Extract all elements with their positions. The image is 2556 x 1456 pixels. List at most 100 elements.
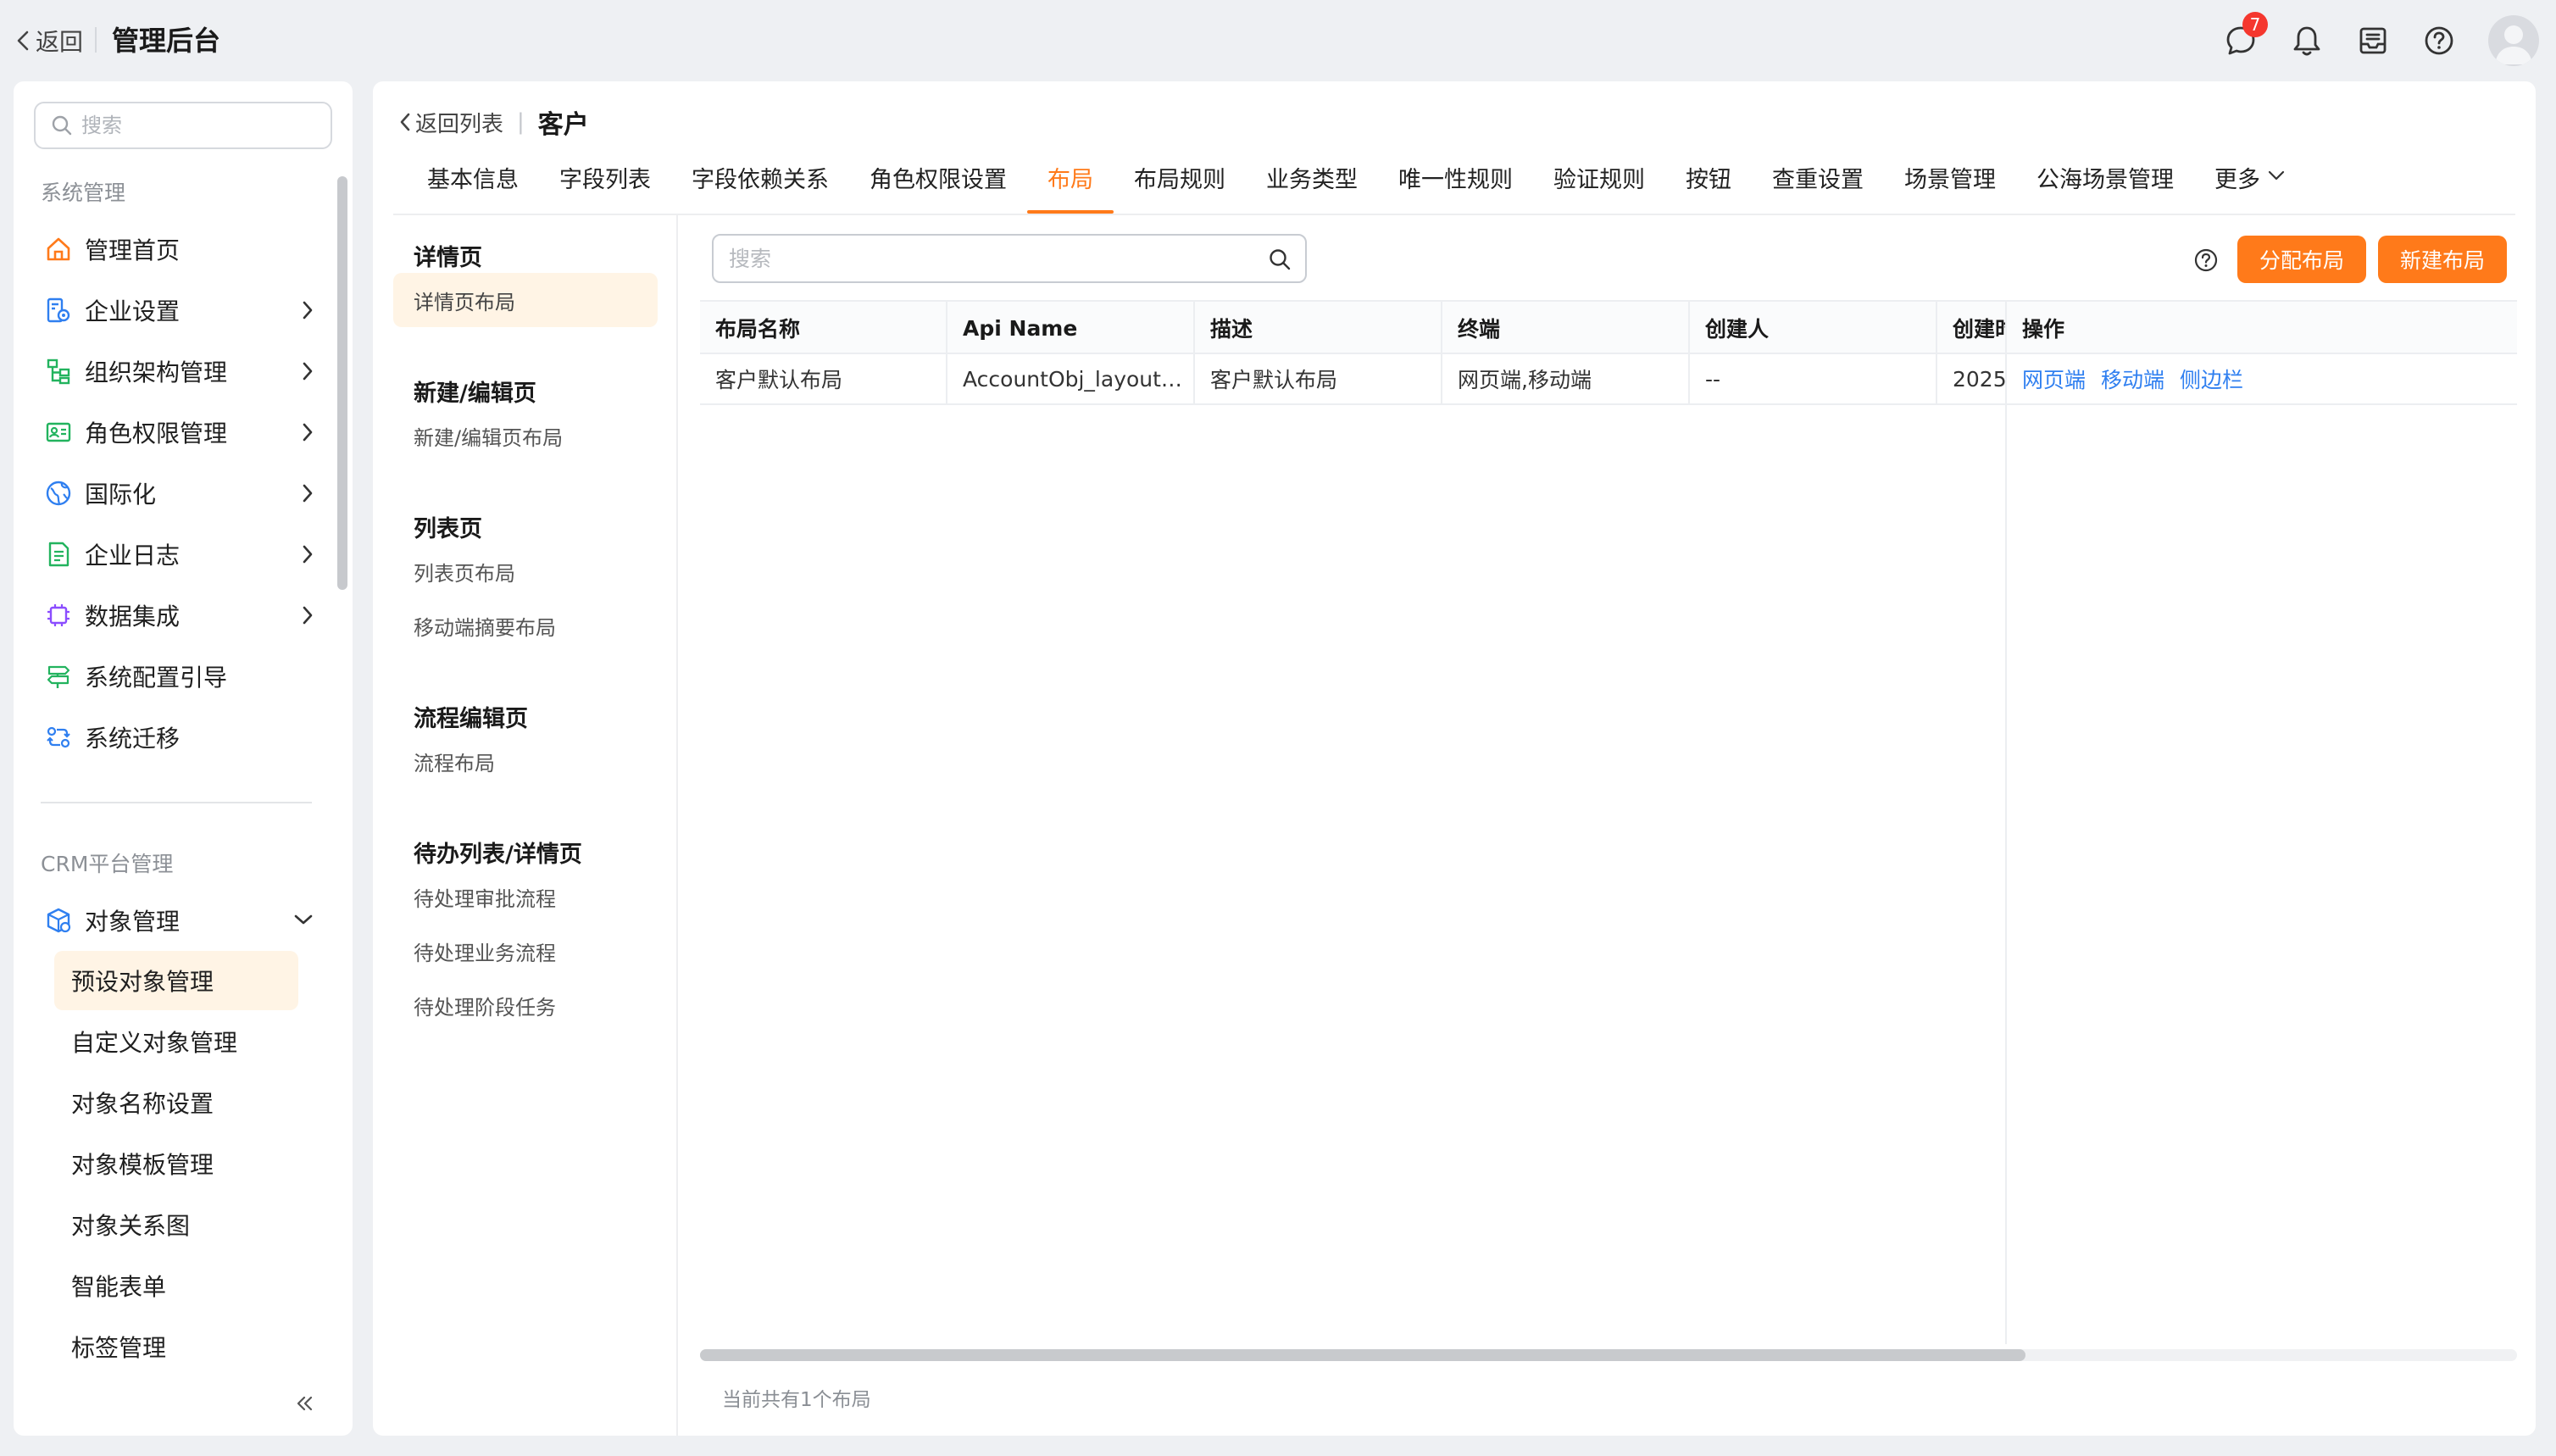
layout-item-mobile-summary[interactable]: 移动端摘要布局 xyxy=(393,598,658,653)
table-header: 布局名称 Api Name 描述 终端 创建人 创建时间 操作 xyxy=(700,300,2517,354)
actions-column-divider xyxy=(2005,300,2007,1344)
sidebar-item-system-migration[interactable]: 系统迁移 xyxy=(34,712,325,763)
action-web-link[interactable]: 网页端 xyxy=(2022,364,2086,394)
top-header: 返回 管理后台 7 xyxy=(0,0,2556,81)
tab-validation-rules[interactable]: 验证规则 xyxy=(1533,154,1665,214)
chevron-right-icon xyxy=(302,483,314,503)
messages-button[interactable]: 7 xyxy=(2224,12,2268,58)
sidebar-subitem-smart-form[interactable]: 智能表单 xyxy=(54,1256,298,1315)
sidebar-item-data-integration[interactable]: 数据集成 xyxy=(34,590,325,641)
help-circle-icon xyxy=(2193,247,2219,273)
sidebar-subitem-object-naming[interactable]: 对象名称设置 xyxy=(54,1073,298,1132)
column-header-api-name: Api Name xyxy=(947,302,1195,354)
inbox-icon xyxy=(2358,25,2388,56)
user-silhouette-icon xyxy=(2488,15,2539,66)
cell-terminal: 网页端,移动端 xyxy=(1442,354,1690,403)
chevron-right-icon xyxy=(302,422,314,442)
sidebar-scrollbar[interactable] xyxy=(337,176,347,590)
collapse-sidebar-button[interactable] xyxy=(295,1393,315,1414)
app-title: 管理后台 xyxy=(112,25,221,57)
tab-buttons[interactable]: 按钮 xyxy=(1665,154,1752,214)
sidebar-search-input[interactable] xyxy=(81,114,319,137)
help-button[interactable] xyxy=(2422,24,2456,58)
tab-scene-management[interactable]: 场景管理 xyxy=(1884,154,2016,214)
scrollbar-thumb[interactable] xyxy=(700,1349,2025,1361)
sidebar-subitem-tag-management[interactable]: 标签管理 xyxy=(54,1317,298,1376)
user-avatar[interactable] xyxy=(2488,15,2539,66)
cell-description: 客户默认布局 xyxy=(1195,354,1442,403)
layout-item-flow-layout[interactable]: 流程布局 xyxy=(393,734,658,788)
back-to-list-link[interactable]: 返回列表 xyxy=(398,107,503,138)
migration-icon xyxy=(44,723,73,752)
layout-search-input[interactable] xyxy=(729,246,1305,271)
search-icon[interactable] xyxy=(1268,247,1292,271)
notifications-button[interactable] xyxy=(2290,24,2324,58)
sidebar-item-i18n[interactable]: 国际化 xyxy=(34,468,325,519)
tab-basic-info[interactable]: 基本信息 xyxy=(407,154,539,214)
tab-layout-rules[interactable]: 布局规则 xyxy=(1114,154,1246,214)
tab-duplicate-check[interactable]: 查重设置 xyxy=(1752,154,1884,214)
column-header-actions: 操作 xyxy=(2022,317,2065,342)
column-header-layout-name: 布局名称 xyxy=(700,302,947,354)
tab-uniqueness-rules[interactable]: 唯一性规则 xyxy=(1378,154,1533,214)
layout-item-list-layout[interactable]: 列表页布局 xyxy=(393,544,658,598)
search-icon xyxy=(51,114,73,136)
help-circle-icon xyxy=(2423,25,2455,57)
tab-role-permissions[interactable]: 角色权限设置 xyxy=(849,154,1027,214)
back-button[interactable]: 返回 xyxy=(15,24,83,58)
action-mobile-link[interactable]: 移动端 xyxy=(2101,364,2164,394)
tab-public-pool-scenes[interactable]: 公海场景管理 xyxy=(2016,154,2194,214)
chip-icon xyxy=(44,601,73,630)
layout-item-detail-layout[interactable]: 详情页布局 xyxy=(393,273,658,327)
layout-group-detail: 详情页 xyxy=(414,245,482,271)
column-header-description: 描述 xyxy=(1195,302,1442,354)
layout-item-pending-business-flow[interactable]: 待处理业务流程 xyxy=(393,924,658,978)
sidebar-subitem-object-relations[interactable]: 对象关系图 xyxy=(54,1195,298,1254)
header-actions: 7 xyxy=(2224,12,2539,68)
sidebar-divider xyxy=(41,802,312,803)
sidebar-subitem-preset-objects[interactable]: 预设对象管理 xyxy=(54,951,298,1010)
tab-layout[interactable]: 布局 xyxy=(1027,154,1114,214)
group-title-system: 系统管理 xyxy=(41,181,126,205)
table-horizontal-scrollbar[interactable] xyxy=(700,1349,2517,1361)
sidebar-item-enterprise-log[interactable]: 企业日志 xyxy=(34,529,325,580)
tasks-button[interactable] xyxy=(2356,24,2390,58)
chevron-right-icon xyxy=(302,544,314,564)
tab-field-list[interactable]: 字段列表 xyxy=(539,154,671,214)
layout-help-button[interactable] xyxy=(2193,247,2219,273)
sidebar-item-label: 管理首页 xyxy=(85,236,181,264)
cell-actions: 网页端 移动端 侧边栏 xyxy=(2007,354,2517,403)
sidebar-search[interactable] xyxy=(34,102,332,149)
sidebar-item-role-permissions[interactable]: 角色权限管理 xyxy=(34,407,325,458)
layout-group-list: 列表页 xyxy=(414,516,482,542)
action-sidebar-link[interactable]: 侧边栏 xyxy=(2180,364,2243,394)
assign-layout-button[interactable]: 分配布局 xyxy=(2237,236,2366,283)
globe-icon xyxy=(44,479,73,508)
group-title-crm: CRM平台管理 xyxy=(41,852,174,876)
org-chart-icon xyxy=(44,357,73,386)
home-icon xyxy=(44,235,73,264)
sidebar-subitem-custom-objects[interactable]: 自定义对象管理 xyxy=(54,1012,298,1071)
back-to-list-label: 返回列表 xyxy=(415,111,504,137)
chevron-right-icon xyxy=(302,605,314,625)
layout-item-pending-stage-task[interactable]: 待处理阶段任务 xyxy=(393,978,658,1032)
layout-item-pending-approval[interactable]: 待处理审批流程 xyxy=(393,870,658,924)
sidebar-item-object-management[interactable]: 对象管理 xyxy=(34,895,325,946)
sidebar-item-enterprise-settings[interactable]: 企业设置 xyxy=(34,285,325,336)
sidebar-item-org-structure[interactable]: 组织架构管理 xyxy=(34,346,325,397)
sidebar-item-label: 企业设置 xyxy=(85,297,181,325)
sidebar-item-config-guide[interactable]: 系统配置引导 xyxy=(34,651,325,702)
sidebar-subitem-object-templates[interactable]: 对象模板管理 xyxy=(54,1134,298,1193)
layout-search[interactable] xyxy=(712,234,1307,283)
chevron-left-icon xyxy=(398,112,412,132)
sidebar-item-admin-home[interactable]: 管理首页 xyxy=(34,224,325,275)
chevron-left-icon xyxy=(15,30,31,52)
create-layout-button[interactable]: 新建布局 xyxy=(2378,236,2507,283)
layout-item-create-edit-layout[interactable]: 新建/编辑页布局 xyxy=(393,408,658,463)
sidebar-item-label: 国际化 xyxy=(85,481,157,508)
tab-more[interactable]: 更多 xyxy=(2194,154,2306,214)
left-sidebar: 系统管理 管理首页 企业设置 组织架构管理 角色权限管理 国际化 xyxy=(14,81,353,1436)
tab-field-dependency[interactable]: 字段依赖关系 xyxy=(671,154,849,214)
tab-business-type[interactable]: 业务类型 xyxy=(1246,154,1378,214)
signpost-icon xyxy=(44,662,73,691)
